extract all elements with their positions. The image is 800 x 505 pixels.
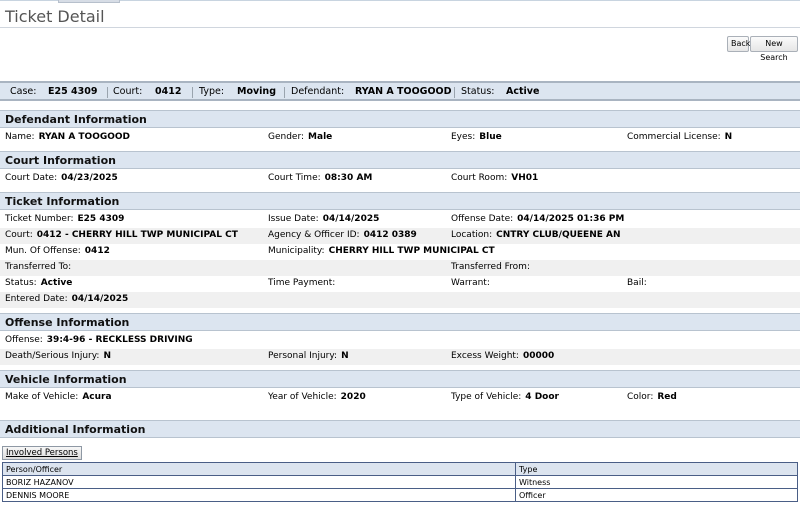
ticket-time-payment: Time Payment: xyxy=(268,278,336,288)
top-border xyxy=(0,0,800,1)
summary-court-label: Court: xyxy=(113,86,143,97)
ticket-transferred-from: Transferred From: xyxy=(451,262,530,272)
summary-case-value: E25 4309 xyxy=(48,86,98,97)
offense-row-2: Death/Serious Injury: N Personal Injury: N… xyxy=(0,349,800,365)
vehicle-row: Make of Vehicle: Acura Year of Vehicle: 20… xyxy=(0,390,800,406)
new-search-button[interactable]: New Search xyxy=(750,36,798,62)
ticket-row-5: Status: Active Time Payment: Warrant: Bai… xyxy=(0,276,800,292)
offense-code: Offense: 39:4-96 - RECKLESS DRIVING xyxy=(5,335,193,345)
offense-death-injury: Death/Serious Injury: N xyxy=(5,351,111,361)
back-button[interactable]: Back xyxy=(727,36,750,52)
involved-persons-table: Person/Officer Type BORIZ HAZANOV Witnes… xyxy=(2,462,798,502)
tab-edge xyxy=(58,0,120,3)
person-name-cell: DENNIS MOORE xyxy=(2,488,516,502)
person-name-cell: BORIZ HAZANOV xyxy=(2,475,516,489)
ticket-transferred-to: Transferred To: xyxy=(5,262,72,272)
table-row[interactable]: BORIZ HAZANOV Witness xyxy=(2,475,798,489)
ticket-number: Ticket Number: E25 4309 xyxy=(5,214,125,224)
page-title: Ticket Detail xyxy=(5,7,105,26)
summary-court-value: 0412 xyxy=(155,86,182,97)
ticket-warrant: Warrant: xyxy=(451,278,490,288)
defendant-gender: Gender: Male xyxy=(268,132,333,142)
section-offense-heading: Offense Information xyxy=(0,313,800,331)
column-header-person: Person/Officer xyxy=(2,462,516,476)
ticket-agency-officer: Agency & Officer ID: 0412 0389 xyxy=(268,230,417,240)
vehicle-year: Year of Vehicle: 2020 xyxy=(268,392,366,402)
vehicle-make: Make of Vehicle: Acura xyxy=(5,392,112,402)
offense-row-1: Offense: 39:4-96 - RECKLESS DRIVING xyxy=(0,333,800,349)
ticket-row-6: Entered Date: 04/14/2025 xyxy=(0,292,800,308)
vehicle-color: Color: Red xyxy=(627,392,677,402)
summary-defendant-value: RYAN A TOOGOOD xyxy=(355,86,452,97)
table-header-row: Person/Officer Type xyxy=(2,462,798,476)
defendant-row: Name: RYAN A TOOGOOD Gender: Male Eyes: Blu… xyxy=(0,130,800,146)
section-ticket-heading: Ticket Information xyxy=(0,192,800,210)
court-row: Court Date: 04/23/2025 Court Time: 08:30 A… xyxy=(0,171,800,187)
ticket-status: Status: Active xyxy=(5,278,73,288)
section-defendant-heading: Defendant Information xyxy=(0,110,800,128)
offense-personal-injury: Personal Injury: N xyxy=(268,351,349,361)
ticket-location: Location: CNTRY CLUB/QUEENE AN xyxy=(451,230,621,240)
summary-divider xyxy=(284,87,285,98)
case-summary-bar: Case: E25 4309 Court: 0412 Type: Moving … xyxy=(0,81,800,101)
defendant-name: Name: RYAN A TOOGOOD xyxy=(5,132,131,142)
title-bar: Ticket Detail xyxy=(0,4,800,28)
involved-persons-tab[interactable]: Involved Persons xyxy=(2,446,82,460)
ticket-row-4: Transferred To: Transferred From: xyxy=(0,260,800,276)
ticket-municipality: Municipality: CHERRY HILL TWP MUNICIPAL C… xyxy=(268,246,495,256)
summary-divider xyxy=(107,87,108,98)
court-date: Court Date: 04/23/2025 xyxy=(5,173,118,183)
section-vehicle-heading: Vehicle Information xyxy=(0,370,800,388)
ticket-row-1: Ticket Number: E25 4309 Issue Date: 04/14/… xyxy=(0,212,800,228)
section-additional-heading: Additional Information xyxy=(0,420,800,438)
ticket-offense-date: Offense Date: 04/14/2025 01:36 PM xyxy=(451,214,625,224)
summary-case-label: Case: xyxy=(10,86,37,97)
table-row[interactable]: DENNIS MOORE Officer xyxy=(2,488,798,502)
ticket-issue-date: Issue Date: 04/14/2025 xyxy=(268,214,380,224)
court-room: Court Room: VH01 xyxy=(451,173,539,183)
ticket-row-3: Mun. Of Offense: 0412 Municipality: CHERRY… xyxy=(0,244,800,260)
defendant-commercial-license: Commercial License: N xyxy=(627,132,733,142)
ticket-entered-date: Entered Date: 04/14/2025 xyxy=(5,294,129,304)
person-type-cell: Officer xyxy=(515,488,798,502)
ticket-bail: Bail: xyxy=(627,278,647,288)
section-court-heading: Court Information xyxy=(0,151,800,169)
ticket-mun-offense: Mun. Of Offense: 0412 xyxy=(5,246,110,256)
summary-type-value: Moving xyxy=(237,86,276,97)
offense-excess-weight: Excess Weight: 00000 xyxy=(451,351,555,361)
column-header-type: Type xyxy=(515,462,798,476)
summary-defendant-label: Defendant: xyxy=(291,86,345,97)
summary-type-label: Type: xyxy=(199,86,225,97)
summary-status-label: Status: xyxy=(461,86,495,97)
summary-divider xyxy=(192,87,193,98)
court-time: Court Time: 08:30 AM xyxy=(268,173,373,183)
ticket-row-2: Court: 0412 - CHERRY HILL TWP MUNICIPAL C… xyxy=(0,228,800,244)
vehicle-type: Type of Vehicle: 4 Door xyxy=(451,392,559,402)
defendant-eyes: Eyes: Blue xyxy=(451,132,502,142)
summary-divider xyxy=(454,87,455,98)
person-type-cell: Witness xyxy=(515,475,798,489)
summary-status-value: Active xyxy=(506,86,540,97)
ticket-court: Court: 0412 - CHERRY HILL TWP MUNICIPAL C… xyxy=(5,230,238,240)
